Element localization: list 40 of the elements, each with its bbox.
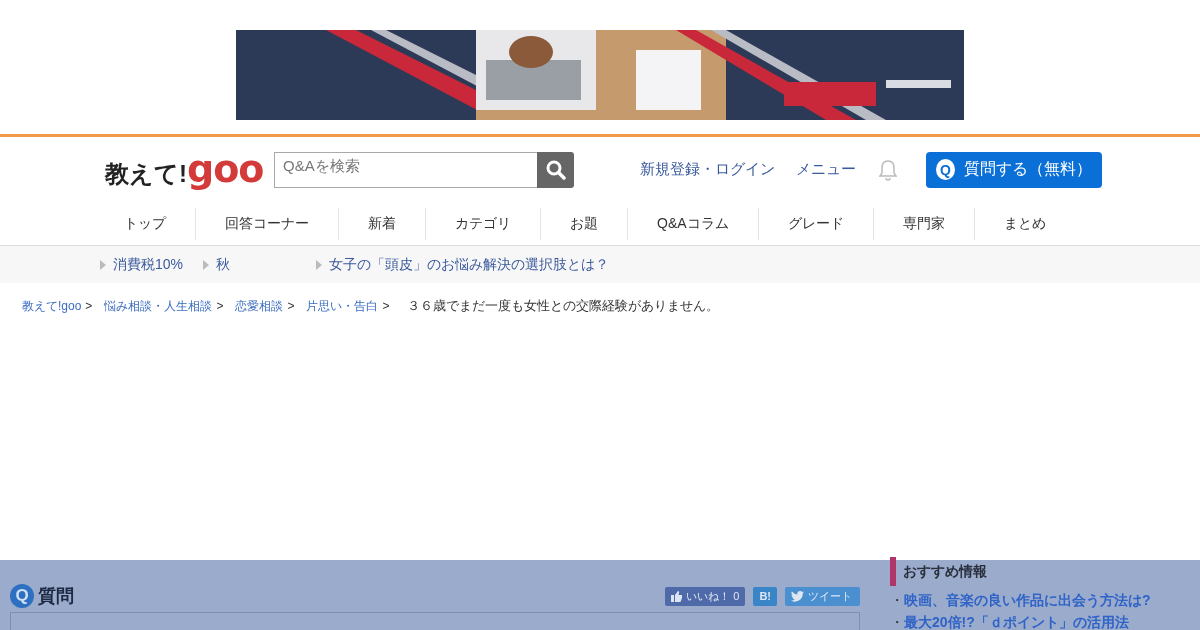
search-button[interactable] [537,151,574,188]
search-field[interactable]: Q&Aを検索 [274,151,537,188]
bullet: ・ [890,592,904,608]
trending-link[interactable]: 消費税10% [100,255,185,274]
bird-icon [791,590,804,602]
triangle-icon [203,259,209,270]
thumbs-up-icon [671,590,683,602]
breadcrumb-separator: > [85,299,93,313]
nav-tab[interactable]: グレード [757,207,873,240]
nav-tab[interactable]: 新着 [338,207,425,240]
q-icon: Q [10,584,34,608]
section-title: 質問 [38,585,74,608]
search-icon [545,159,566,180]
nav-tab[interactable]: 専門家 [872,207,974,240]
header-link[interactable]: メニュー [796,160,856,179]
breadcrumb-link[interactable]: 片思い・告白 [306,297,379,315]
breadcrumb-link[interactable]: 恋愛相談 [235,297,284,315]
breadcrumb-separator: > [382,299,390,313]
like-button[interactable]: いいね！ 0 [665,586,746,606]
header-link[interactable]: 新規登録・ログイン [640,160,775,179]
breadcrumb-link[interactable]: 悩み相談・人生相談 [104,297,213,315]
section-title: おすすめ情報 [890,557,1190,586]
nav-tab[interactable]: まとめ [973,207,1075,240]
trending-link[interactable]: 女子の「頭皮」のお悩み解決の選択肢とは？ [316,255,609,274]
site-logo[interactable]: 教えて!goo [105,149,274,190]
trending-link[interactable]: 秋 [203,255,298,274]
q-icon: Q [936,159,955,180]
breadcrumb-separator: > [287,299,295,313]
nav-tab[interactable]: お題 [540,207,627,240]
breadcrumb-link[interactable]: 教えて!goo [22,297,82,315]
triangle-icon [316,259,322,270]
breadcrumb-separator: > [216,299,224,313]
bullet: ・ [890,614,904,630]
triangle-icon [100,259,106,270]
nav-tab[interactable]: 回答コーナー [195,207,338,240]
nav-tab[interactable]: Q&Aコラム [627,207,758,240]
nav-tab[interactable]: トップ [95,207,195,240]
nav-tab[interactable]: カテゴリ [425,207,540,240]
page-title: ３６歳でまだ一度も女性との交際経験がありません。 [407,297,720,315]
ask-question-button[interactable]: Q 質問する（無料） [926,151,1102,188]
